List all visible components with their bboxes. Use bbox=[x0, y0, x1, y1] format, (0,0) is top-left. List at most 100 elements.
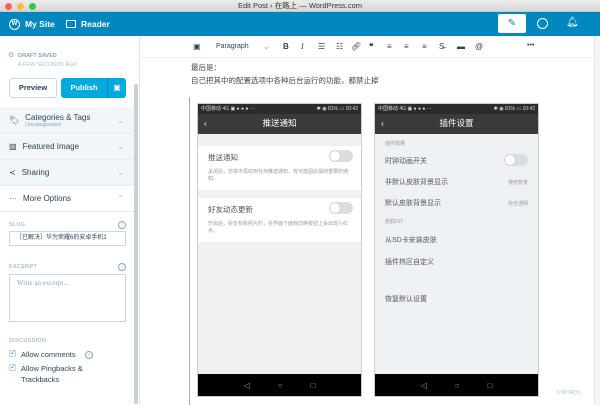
read-more-icon[interactable]: ▬ bbox=[457, 42, 465, 51]
info-icon[interactable]: i bbox=[118, 263, 126, 271]
back-icon: ‹ bbox=[204, 118, 207, 128]
write-post-button[interactable]: ✎ bbox=[498, 14, 526, 33]
chevron-down-icon: ⌄ bbox=[263, 42, 270, 51]
excerpt-textarea[interactable]: Write an excerpt... bbox=[9, 274, 126, 322]
back-nav-icon: ◁ bbox=[420, 380, 427, 390]
categories-label: Categories & Tags bbox=[25, 112, 91, 122]
featured-image-section[interactable]: ▨ Featured Image ⌄ bbox=[0, 134, 134, 160]
section-header: 插件效果 bbox=[385, 141, 406, 147]
reader-link[interactable]: Reader bbox=[66, 12, 110, 36]
slug-label: SLUG bbox=[9, 222, 26, 228]
categories-tags-section[interactable]: 🏷︎ Categories & Tags Uncategorized ⌄ bbox=[0, 107, 134, 134]
window-titlebar: Edit Post ‹ 在路上 — WordPress.com bbox=[0, 0, 600, 12]
setting-item: 恢复默认设置 bbox=[385, 296, 427, 303]
editor-toolbar: ▣ Paragraph ⌄ B I ☰ ☷ 🔗︎ ❝ ≡ ≡ ≡ S̶ ▬ @ … bbox=[141, 38, 593, 58]
quote-icon[interactable]: ❝ bbox=[369, 42, 373, 51]
publish-button[interactable]: Publish bbox=[61, 78, 107, 98]
tag-icon: 🏷︎ bbox=[9, 115, 20, 125]
zoom-window-button[interactable] bbox=[29, 2, 36, 10]
toggle-switch bbox=[504, 154, 528, 166]
back-icon: ‹ bbox=[381, 118, 384, 128]
add-media-icon[interactable]: ▣ bbox=[193, 42, 201, 51]
phone-title: 插件设置 bbox=[439, 118, 474, 128]
edit-icon: ✎ bbox=[507, 18, 517, 29]
calendar-icon: ▣ bbox=[113, 83, 121, 92]
content-line[interactable]: 自己把其中的配置选项中各种后台运行的功能，都禁止掉 bbox=[191, 74, 379, 87]
allow-comments-checkbox[interactable]: ✓ bbox=[9, 350, 16, 357]
sharing-section[interactable]: ≺ Sharing ⌄ bbox=[0, 160, 134, 186]
editor-scrollbar[interactable] bbox=[594, 36, 600, 405]
preview-button[interactable]: Preview bbox=[9, 78, 57, 98]
status-bar-right: ✱ ◉ 81% ▭ 10:42 bbox=[493, 106, 535, 112]
blockquote-border bbox=[189, 97, 190, 405]
minimize-window-button[interactable] bbox=[17, 2, 24, 10]
setting-value: 使用背景 bbox=[507, 180, 528, 186]
draft-time: A FEW SECONDS AGO bbox=[18, 62, 78, 68]
profile-button[interactable] bbox=[537, 18, 548, 29]
recents-nav-icon: □ bbox=[310, 380, 316, 390]
editor-area: ▣ Paragraph ⌄ B I ☰ ☷ 🔗︎ ❝ ≡ ≡ ≡ S̶ ▬ @ … bbox=[141, 36, 600, 405]
chevron-up-icon: ⌃ bbox=[117, 194, 124, 203]
categories-value: Uncategorized bbox=[25, 121, 61, 128]
more-toolbar-button[interactable]: ••• bbox=[527, 42, 534, 49]
discussion-label: DISCUSSION bbox=[9, 338, 47, 344]
gear-icon: ⚙ bbox=[8, 52, 15, 59]
link-icon[interactable]: 🔗︎ bbox=[351, 42, 361, 51]
format-select[interactable]: Paragraph bbox=[216, 43, 249, 50]
slug-input[interactable]: ［已解决］华为荣耀6的安卓手机1 bbox=[9, 231, 126, 246]
bold-button[interactable]: B bbox=[283, 42, 289, 51]
phone-screenshot-push: 中国移动 4G ▣ ● ● ● ··· ✱ ◉ 81% ▭ 10:42 ‹ 推送通知… bbox=[197, 103, 362, 397]
italic-button[interactable]: I bbox=[301, 42, 304, 51]
setting-desc: 关闭后，您将不再收到任何推送通知，有可能因此漏掉重要的通知。 bbox=[208, 169, 349, 182]
featured-image-label: Featured Image bbox=[22, 142, 80, 151]
wordpress-logo-icon: W bbox=[9, 18, 20, 30]
phone-screenshot-plugin: 中国移动 4G ▣ ● ● ● ··· ✱ ◉ 81% ▭ 10:42 ‹ 插件设置… bbox=[374, 103, 539, 397]
chevron-down-icon: ⌄ bbox=[117, 115, 124, 125]
numbered-list-icon[interactable]: ☷ bbox=[336, 42, 343, 51]
more-options-section[interactable]: ··· More Options ⌃ bbox=[0, 186, 134, 212]
bullet-list-icon[interactable]: ☰ bbox=[318, 42, 325, 51]
section-header: 皮肤DIY bbox=[385, 219, 404, 225]
my-site-link[interactable]: W My Site bbox=[9, 12, 55, 36]
home-nav-icon: ○ bbox=[454, 380, 460, 390]
sidebar-scrollbar[interactable] bbox=[134, 84, 138, 404]
schedule-button[interactable]: ▣ bbox=[107, 78, 126, 98]
setting-value: 完全透明 bbox=[507, 201, 528, 207]
status-bar-left: 中国移动 4G ▣ ● ● ● ··· bbox=[201, 106, 255, 112]
draft-status: DRAFT SAVED bbox=[18, 53, 57, 59]
more-options-label: More Options bbox=[23, 194, 72, 203]
align-center-icon[interactable]: ≡ bbox=[404, 42, 409, 51]
word-count: 6 WORDS bbox=[557, 390, 581, 396]
my-site-label: My Site bbox=[25, 19, 55, 29]
home-nav-icon: ○ bbox=[277, 380, 283, 390]
align-left-icon[interactable]: ≡ bbox=[387, 42, 392, 51]
allow-pingbacks-label: Allow Pingbacks & Trackbacks bbox=[21, 364, 83, 384]
reader-icon bbox=[66, 20, 76, 28]
status-bar-right: ✱ ◉ 81% ▭ 10:42 bbox=[316, 106, 358, 112]
close-window-button[interactable] bbox=[5, 2, 12, 10]
bell-icon: 🔔︎ bbox=[566, 17, 579, 28]
image-icon: ▨ bbox=[9, 142, 17, 151]
ellipsis-icon: ··· bbox=[9, 194, 17, 203]
reader-label: Reader bbox=[81, 19, 110, 29]
toggle-switch bbox=[329, 150, 353, 162]
info-icon[interactable]: i bbox=[118, 221, 126, 229]
toggle-switch bbox=[329, 202, 353, 214]
content-line[interactable]: 最后是： bbox=[191, 61, 379, 74]
phone-title: 推送通知 bbox=[262, 118, 297, 128]
setting-desc: 开启后，好友有新照片时，在界面下面我切换按钮上会出现小红点。 bbox=[208, 221, 349, 234]
allow-pingbacks-checkbox[interactable]: ✓ bbox=[9, 364, 16, 371]
contact-form-icon[interactable]: @ bbox=[475, 42, 483, 51]
masthead: W My Site Reader ✎ 🔔︎ bbox=[0, 12, 600, 36]
strikethrough-icon[interactable]: S̶ bbox=[439, 42, 444, 51]
info-icon[interactable]: i bbox=[85, 351, 93, 359]
chevron-down-icon: ⌄ bbox=[117, 168, 124, 177]
notifications-button[interactable]: 🔔︎ bbox=[566, 17, 579, 28]
align-right-icon[interactable]: ≡ bbox=[422, 42, 427, 51]
recents-nav-icon: □ bbox=[487, 380, 493, 390]
sharing-label: Sharing bbox=[21, 168, 50, 177]
window-title: Edit Post ‹ 在路上 — WordPress.com bbox=[237, 1, 363, 10]
excerpt-label: EXCERPT bbox=[9, 264, 38, 270]
back-nav-icon: ◁ bbox=[243, 380, 250, 390]
setting-item: 插件热区自定义 bbox=[385, 259, 434, 266]
